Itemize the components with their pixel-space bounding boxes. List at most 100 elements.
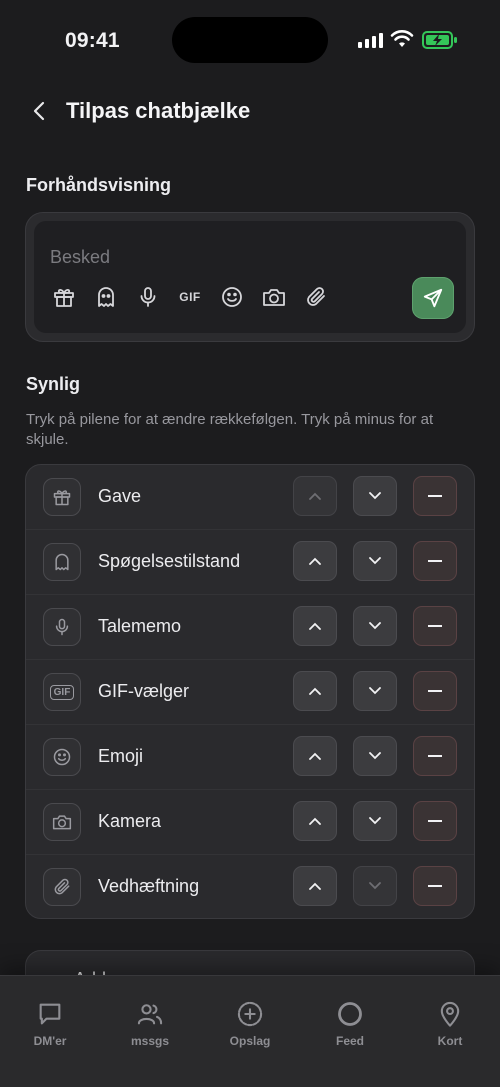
list-item: GIF GIF-vælger: [26, 660, 474, 725]
page-title: Tilpas chatbjælke: [66, 98, 251, 123]
nav-header: Tilpas chatbjælke: [0, 88, 500, 134]
tab-label: Opslag: [229, 1034, 271, 1048]
battery-charging-icon: [422, 31, 457, 49]
move-up-button[interactable]: [293, 606, 337, 646]
hide-button[interactable]: [413, 671, 457, 711]
chevron-down-icon: [369, 622, 381, 630]
chevron-down-icon: [369, 492, 381, 500]
message-placeholder: Besked: [50, 247, 111, 267]
minus-icon: [428, 560, 442, 562]
hide-button[interactable]: [413, 606, 457, 646]
paperclip-icon: [43, 868, 81, 906]
move-up-button[interactable]: [293, 736, 337, 776]
item-label: Talememo: [98, 616, 182, 636]
paperclip-icon: [302, 283, 330, 311]
item-label: GIF-vælger: [98, 681, 190, 701]
item-label: Vedhæftning: [98, 876, 200, 896]
tab-kort[interactable]: Kort: [410, 1000, 490, 1048]
hide-button[interactable]: [413, 801, 457, 841]
chevron-up-icon: [309, 492, 321, 500]
hide-button[interactable]: [413, 476, 457, 516]
visible-section-title: Synlig: [26, 374, 81, 394]
camera-icon: [43, 803, 81, 841]
ghost-icon: [43, 543, 81, 581]
minus-icon: [428, 625, 442, 627]
hide-button[interactable]: [413, 866, 457, 906]
chevron-down-icon: [369, 557, 381, 565]
chevron-down-icon: [369, 687, 381, 695]
chevron-down-icon: [369, 817, 381, 825]
gif-icon: GIF: [43, 673, 81, 711]
minus-icon: [428, 690, 442, 692]
mic-icon: [43, 608, 81, 646]
chevron-left-icon: [33, 101, 45, 121]
chat-bar-preview: Besked GIF: [25, 212, 475, 342]
visible-items-list: Gave Spøgelsestilstand Talememo GIF GIF-…: [25, 464, 475, 919]
gift-icon: [43, 478, 81, 516]
item-label: Spøgelsestilstand: [98, 551, 241, 571]
preview-section-title: Forhåndsvisning: [26, 175, 172, 195]
minus-icon: [428, 885, 442, 887]
list-item: Gave: [26, 465, 474, 530]
hide-button[interactable]: [413, 736, 457, 776]
send-icon: [423, 288, 443, 308]
move-down-button[interactable]: [353, 541, 397, 581]
dynamic-island: [172, 17, 328, 63]
move-down-button[interactable]: [353, 671, 397, 711]
tab-dms[interactable]: DM'er: [10, 1000, 90, 1048]
minus-icon: [428, 755, 442, 757]
chevron-down-icon: [369, 882, 381, 890]
gif-icon-text: GIF: [49, 684, 75, 700]
chat-bubble-icon: [39, 1003, 61, 1025]
send-button[interactable]: [412, 277, 454, 319]
item-label: Kamera: [98, 811, 162, 831]
move-up-button[interactable]: [293, 801, 337, 841]
move-down-button[interactable]: [353, 801, 397, 841]
chevron-down-icon: [369, 752, 381, 760]
tab-feed[interactable]: Feed: [310, 1000, 390, 1048]
list-item: Vedhæftning: [26, 855, 474, 918]
move-down-button[interactable]: [353, 736, 397, 776]
emoji-icon: [218, 283, 246, 311]
tab-label: Kort: [437, 1034, 463, 1048]
list-item: Emoji: [26, 725, 474, 790]
move-down-button[interactable]: [353, 476, 397, 516]
ghost-icon: [92, 283, 120, 311]
gif-icon: GIF: [179, 290, 201, 304]
move-up-button[interactable]: [293, 866, 337, 906]
wifi-icon: [390, 30, 414, 47]
chevron-up-icon: [309, 882, 321, 890]
plus-circle-icon: [237, 1001, 263, 1027]
status-bar: 09:41: [0, 0, 500, 80]
minus-icon: [428, 820, 442, 822]
visible-hint-text: Tryk på pilene for at ændre rækkefølgen.…: [26, 411, 434, 448]
emoji-icon: [43, 738, 81, 776]
tab-bar: DM'er mssgs Opslag Feed Kort: [0, 975, 500, 1087]
chevron-up-icon: [309, 557, 321, 565]
chevron-up-icon: [309, 752, 321, 760]
tab-opslag[interactable]: Opslag: [210, 1000, 290, 1048]
item-label: Gave: [98, 486, 142, 506]
list-item: Spøgelsestilstand: [26, 530, 474, 595]
item-label: Emoji: [98, 746, 144, 766]
people-icon: [137, 1004, 163, 1025]
minus-icon: [428, 495, 442, 497]
back-button[interactable]: [24, 96, 54, 126]
move-up-button[interactable]: [293, 476, 337, 516]
move-down-button[interactable]: [353, 606, 397, 646]
preview-message-field: Besked GIF: [34, 221, 466, 333]
tab-label: mssgs: [130, 1034, 170, 1048]
cellular-signal-icon: [358, 32, 383, 48]
tab-label: DM'er: [33, 1034, 67, 1048]
tab-mssgs[interactable]: mssgs: [110, 1000, 190, 1048]
list-item: Kamera: [26, 790, 474, 855]
mic-icon: [134, 283, 162, 311]
preview-icon-row: GIF: [50, 283, 344, 311]
chevron-up-icon: [309, 817, 321, 825]
circle-icon: [338, 1002, 362, 1026]
move-down-button[interactable]: [353, 866, 397, 906]
hide-button[interactable]: [413, 541, 457, 581]
move-up-button[interactable]: [293, 541, 337, 581]
move-up-button[interactable]: [293, 671, 337, 711]
chevron-up-icon: [309, 622, 321, 630]
